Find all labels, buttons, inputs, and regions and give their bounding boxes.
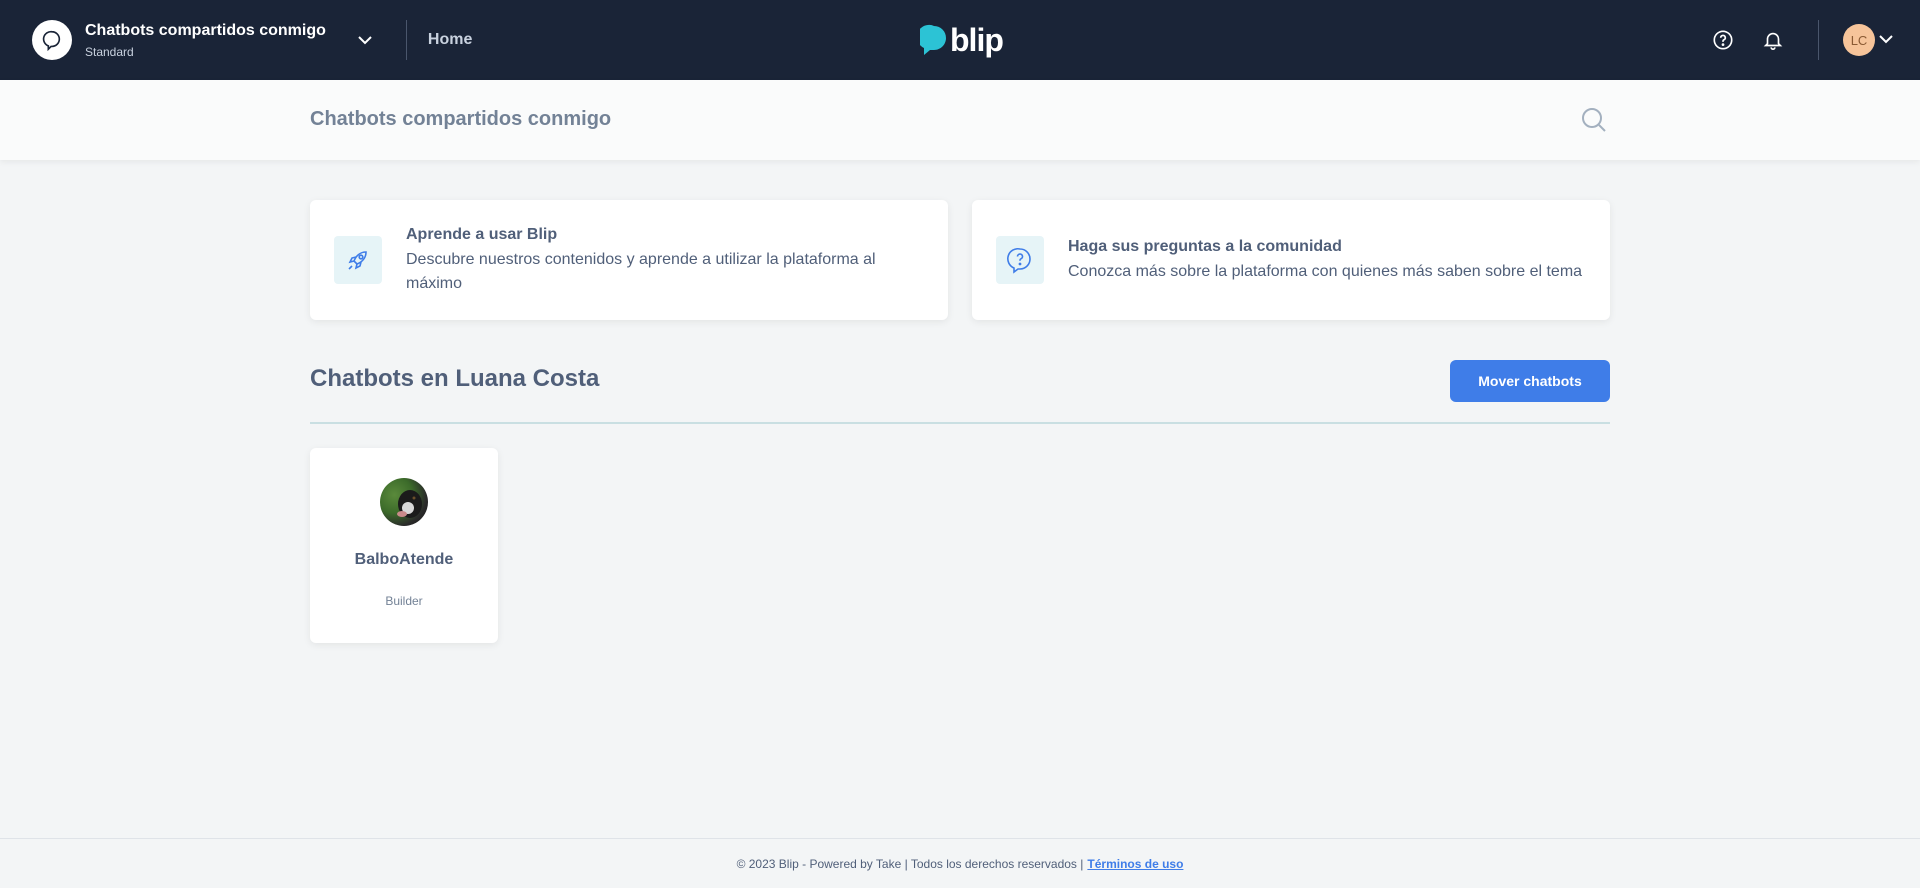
section-divider — [310, 422, 1610, 424]
nav-home-link[interactable]: Home — [428, 31, 472, 49]
bot-role: Builder — [385, 594, 423, 608]
bell-icon[interactable] — [1761, 28, 1785, 52]
card-description: Descubre nuestros contenidos y aprende a… — [406, 251, 876, 292]
rocket-icon — [334, 236, 382, 284]
blip-logo-icon — [920, 24, 946, 55]
chatbot-card[interactable]: BalboAtende Builder — [310, 448, 498, 643]
page-title: Chatbots compartidos conmigo — [310, 108, 612, 130]
user-avatar[interactable]: LC — [1843, 24, 1875, 56]
tenant-switcher[interactable]: Chatbots compartidos conmigo Standard — [32, 0, 374, 80]
tenant-plan: Standard — [85, 45, 134, 59]
chevron-down-icon[interactable] — [356, 31, 374, 49]
user-divider — [1818, 20, 1819, 60]
card-title: Aprende a usar Blip — [406, 226, 558, 243]
card-description: Conozca más sobre la plataforma con quie… — [1068, 263, 1583, 280]
tenant-name: Chatbots compartidos conmigo — [85, 22, 326, 39]
tenant-avatar — [32, 20, 72, 60]
card-title: Haga sus preguntas a la comunidad — [1068, 238, 1342, 255]
logo-text: blip — [950, 22, 1004, 58]
section-title: Chatbots en Luana Costa — [310, 365, 600, 392]
nav-divider — [405, 20, 407, 60]
user-chevron-down-icon[interactable] — [1879, 31, 1893, 49]
learn-blip-card[interactable]: Aprende a usar Blip Descubre nuestros co… — [310, 200, 948, 320]
terms-link[interactable]: Términos de uso — [1087, 857, 1183, 871]
search-icon[interactable] — [1581, 107, 1607, 138]
footer-text: © 2023 Blip - Powered by Take | Todos lo… — [736, 856, 1084, 871]
blip-logo[interactable]: blip — [920, 22, 1004, 58]
move-chatbots-button[interactable]: Mover chatbots — [1450, 360, 1610, 402]
footer: © 2023 Blip - Powered by Take | Todos lo… — [0, 838, 1920, 888]
bot-avatar — [380, 478, 428, 526]
question-chat-icon — [996, 236, 1044, 284]
bot-name: BalboAtende — [354, 551, 454, 568]
community-card[interactable]: Haga sus preguntas a la comunidad Conozc… — [972, 200, 1610, 320]
help-icon[interactable] — [1711, 28, 1735, 52]
page-header: Chatbots compartidos conmigo — [0, 80, 1920, 160]
chat-bubble-icon — [42, 30, 61, 51]
